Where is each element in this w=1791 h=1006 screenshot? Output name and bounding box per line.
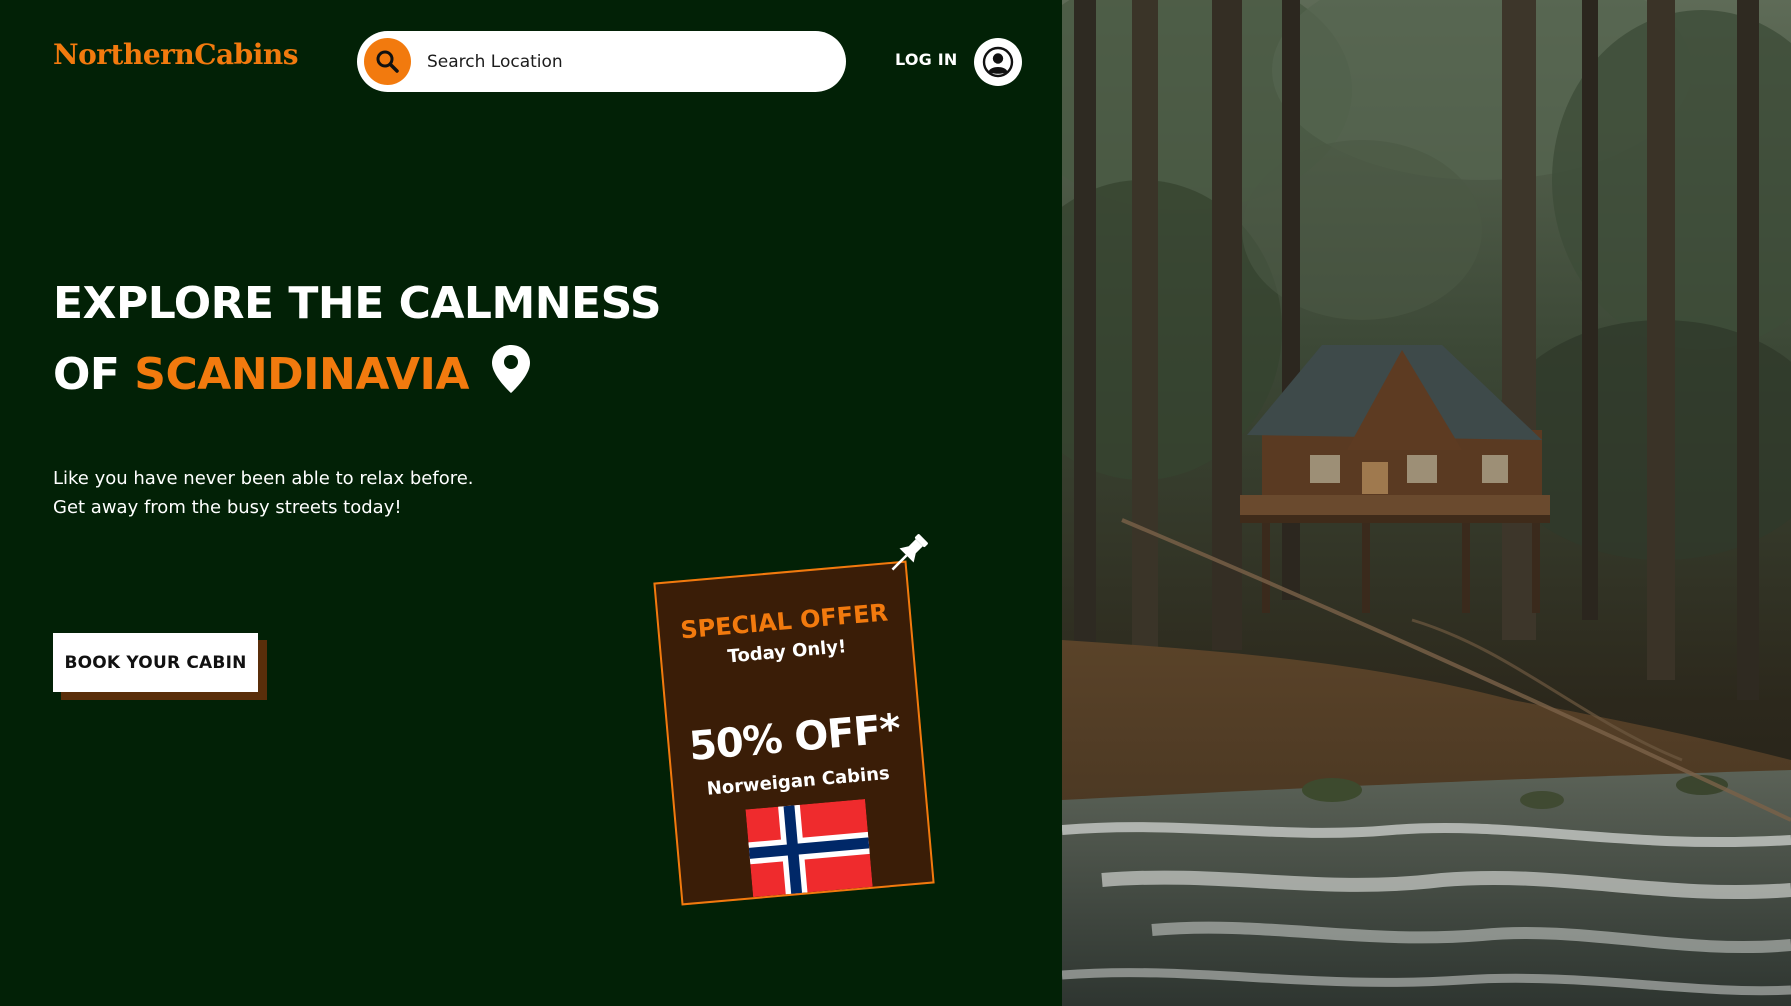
special-offer-card[interactable]: SPECIAL OFFER Today Only! 50% OFF* Norwe…	[653, 560, 935, 906]
headline-line-1: EXPLORE THE CALMNESS	[53, 278, 662, 329]
offer-discount: 50% OFF*	[687, 705, 902, 771]
brand-logo[interactable]: NorthernCabins	[53, 38, 299, 71]
search-bar[interactable]	[357, 31, 846, 92]
subtitle-line-1: Like you have never been able to relax b…	[53, 468, 474, 489]
hero-panel: NorthernCabins LOG IN EXPLORE THE CALMNE…	[0, 0, 1062, 1006]
hero-subtitle: Like you have never been able to relax b…	[53, 464, 474, 522]
avatar[interactable]	[974, 38, 1022, 86]
search-input[interactable]	[427, 31, 827, 92]
user-icon	[982, 46, 1014, 78]
subtitle-line-2: Get away from the busy streets today!	[53, 497, 402, 518]
headline-prefix: OF	[53, 349, 120, 400]
location-pin-icon	[491, 345, 530, 393]
search-icon	[376, 50, 399, 73]
search-button[interactable]	[364, 38, 411, 85]
login-link[interactable]: LOG IN	[895, 50, 957, 69]
page-title: EXPLORE THE CALMNESS OF SCANDINAVIA	[53, 268, 662, 410]
pushpin-icon	[891, 534, 928, 571]
norway-flag-icon	[745, 799, 873, 898]
headline-line-2: OF SCANDINAVIA	[53, 339, 661, 410]
headline-accent: SCANDINAVIA	[134, 349, 469, 400]
cabin-in-forest-by-river-image	[1062, 0, 1791, 1006]
book-cabin-button[interactable]: BOOK YOUR CABIN	[53, 633, 258, 692]
